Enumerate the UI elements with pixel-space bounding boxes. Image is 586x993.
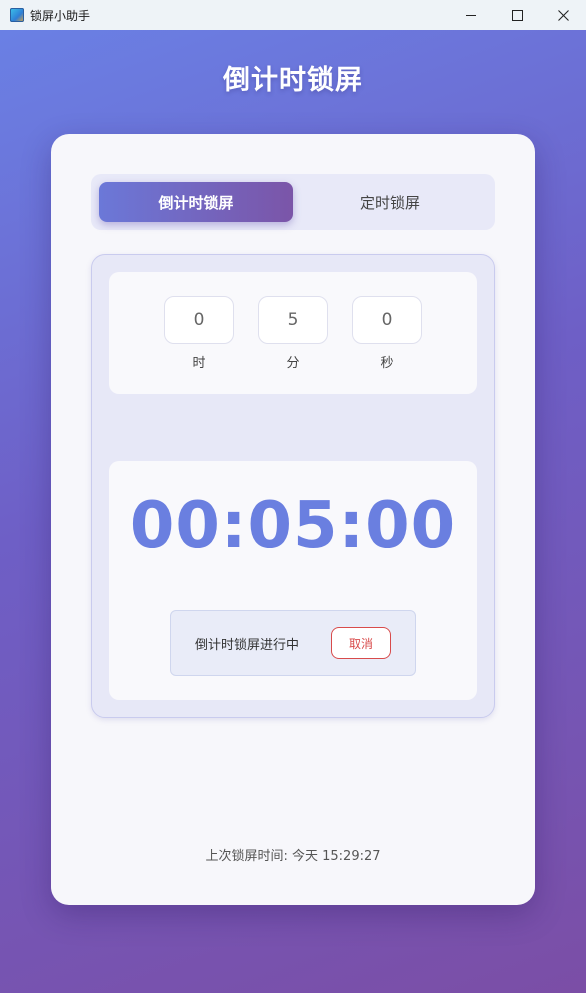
status-text: 倒计时锁屏进行中 <box>195 638 300 653</box>
last-lock-time: 上次锁屏时间: 今天 15:29:27 <box>51 845 535 864</box>
hours-field: 0 时 <box>164 296 234 371</box>
app-icon <box>10 8 24 22</box>
last-lock-value: 今天 15:29:27 <box>292 849 381 864</box>
seconds-field: 0 秒 <box>352 296 422 371</box>
app-window: 锁屏小助手 倒计时锁屏 倒计时锁屏 定时锁屏 0 时 5 分 0 秒 00:05… <box>0 0 586 993</box>
page-title: 倒计时锁屏 <box>223 65 363 96</box>
timer-box: 00:05:00 倒计时锁屏进行中 取消 <box>109 461 477 700</box>
hours-input[interactable]: 0 <box>164 296 234 344</box>
main-card: 倒计时锁屏 定时锁屏 0 时 5 分 0 秒 00:05:00 倒计时锁屏进行中… <box>51 134 535 905</box>
minutes-field: 5 分 <box>258 296 328 371</box>
seconds-label: 秒 <box>380 356 394 371</box>
last-lock-label: 上次锁屏时间: <box>205 849 288 864</box>
window-controls <box>448 0 586 30</box>
countdown-panel: 0 时 5 分 0 秒 00:05:00 倒计时锁屏进行中 取消 <box>91 254 495 718</box>
minimize-icon <box>466 14 476 16</box>
hours-label: 时 <box>192 356 206 371</box>
mode-tabs: 倒计时锁屏 定时锁屏 <box>91 174 495 230</box>
time-inputs: 0 时 5 分 0 秒 <box>109 272 477 394</box>
window-title: 锁屏小助手 <box>30 8 91 23</box>
tab-countdown-lock[interactable]: 倒计时锁屏 <box>99 182 293 222</box>
close-button[interactable] <box>540 0 586 30</box>
minimize-button[interactable] <box>448 0 494 30</box>
close-icon <box>557 9 569 21</box>
seconds-input[interactable]: 0 <box>352 296 422 344</box>
title-bar: 锁屏小助手 <box>0 0 586 30</box>
minutes-label: 分 <box>286 356 300 371</box>
countdown-display: 00:05:00 <box>129 489 457 563</box>
tab-scheduled-lock[interactable]: 定时锁屏 <box>293 182 487 222</box>
maximize-button[interactable] <box>494 0 540 30</box>
cancel-button[interactable]: 取消 <box>331 627 391 659</box>
maximize-icon <box>511 9 523 21</box>
status-bar: 倒计时锁屏进行中 取消 <box>170 610 416 676</box>
minutes-input[interactable]: 5 <box>258 296 328 344</box>
